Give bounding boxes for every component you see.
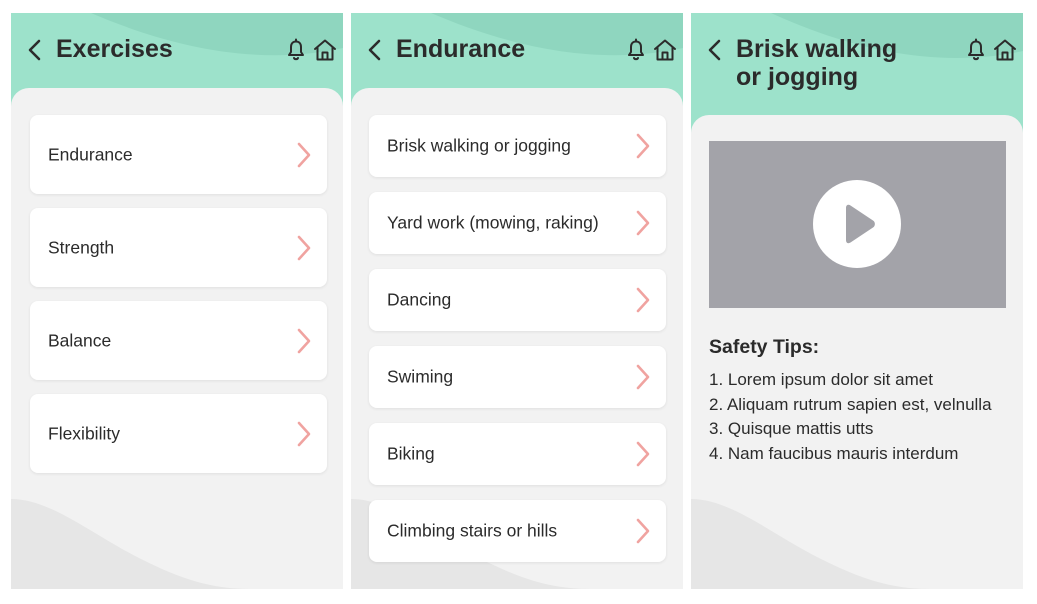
list-item-label: Balance xyxy=(48,330,112,350)
safety-tips-heading: Safety Tips: xyxy=(709,336,820,358)
bell-icon[interactable] xyxy=(625,38,647,62)
page-title: Endurance xyxy=(396,35,526,63)
list-item: 1. Lorem ipsum dolor sit amet xyxy=(709,370,933,389)
home-icon[interactable] xyxy=(992,38,1018,62)
chevron-right-icon xyxy=(636,364,650,390)
page-title: Brisk walking or jogging xyxy=(736,35,897,91)
list-item-yard-work[interactable]: Yard work (mowing, raking) xyxy=(369,192,666,254)
list-item-label: Swiming xyxy=(387,366,454,387)
list-item: 4. Nam faucibus mauris interdum xyxy=(709,443,959,463)
safety-tips-list: 1. Lorem ipsum dolor sit amet 2. Aliquam… xyxy=(709,368,992,466)
play-icon[interactable] xyxy=(813,180,901,268)
back-icon[interactable] xyxy=(25,37,45,63)
list-item-label: Yard work (mowing, raking) xyxy=(387,212,599,233)
page-title: Exercises xyxy=(56,35,173,63)
list-item-dancing[interactable]: Dancing xyxy=(369,269,666,331)
list-item: 3. Quisque mattis utts xyxy=(709,419,874,438)
list-item-label: Dancing xyxy=(387,289,452,310)
chevron-right-icon xyxy=(636,210,650,236)
page-title-line1: Brisk walking xyxy=(736,35,898,63)
chevron-right-icon xyxy=(636,287,650,313)
exercise-detail-screen: Brisk walking or jogging Safety Tips: 1.… xyxy=(691,13,1023,589)
chevron-right-icon xyxy=(297,328,311,353)
back-icon[interactable] xyxy=(705,37,725,63)
chevron-right-icon xyxy=(297,421,311,446)
list-item-balance[interactable]: Balance xyxy=(30,301,327,380)
bottom-wave xyxy=(11,499,251,589)
home-icon[interactable] xyxy=(312,38,338,62)
endurance-screen: Endurance Brisk walking or jogging Yard … xyxy=(351,13,683,589)
list-item-flexibility[interactable]: Flexibility xyxy=(30,394,327,473)
video-player[interactable] xyxy=(709,141,1006,308)
chevron-right-icon xyxy=(297,142,311,167)
chevron-right-icon xyxy=(636,133,650,159)
list-item: 2. Aliquam rutrum sapien est, velnulla xyxy=(709,394,992,414)
bell-icon[interactable] xyxy=(965,38,987,62)
chevron-right-icon xyxy=(636,441,650,467)
chevron-right-icon xyxy=(297,235,311,260)
list-item-climbing-stairs[interactable]: Climbing stairs or hills xyxy=(369,500,666,562)
list-item-label: Flexibility xyxy=(48,423,120,443)
list-item-label: Biking xyxy=(387,443,435,464)
back-icon[interactable] xyxy=(365,37,385,63)
list-item-biking[interactable]: Biking xyxy=(369,423,666,485)
list-item-label: Climbing stairs or hills xyxy=(387,520,558,541)
list-item-label: Brisk walking or jogging xyxy=(387,135,571,156)
list-item-endurance[interactable]: Endurance xyxy=(30,115,327,194)
list-item-strength[interactable]: Strength xyxy=(30,208,327,287)
list-item-label: Strength xyxy=(48,237,115,257)
chevron-right-icon xyxy=(636,518,650,544)
exercises-screen: Exercises Endurance Strength Balance Fle… xyxy=(11,13,343,589)
list-item-label: Endurance xyxy=(48,144,133,164)
list-item-brisk-walking[interactable]: Brisk walking or jogging xyxy=(369,115,666,177)
home-icon[interactable] xyxy=(652,38,678,62)
bottom-wave xyxy=(691,499,931,589)
list-item-swimming[interactable]: Swiming xyxy=(369,346,666,408)
page-title-line2: or jogging xyxy=(736,63,859,91)
bell-icon[interactable] xyxy=(285,38,307,62)
